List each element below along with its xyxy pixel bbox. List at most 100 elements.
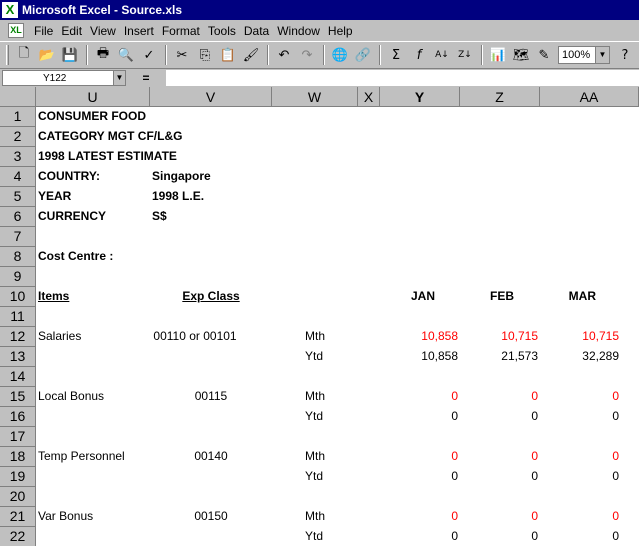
worksheet-grid[interactable]: U V W X Y Z AA 1 2 3 4 5 6 7 8 9 10 11 12 13 14 15 16 17… bbox=[0, 87, 639, 546]
cell-aa18[interactable]: 0 bbox=[540, 449, 619, 463]
row-header[interactable]: 15 bbox=[0, 387, 36, 407]
cell-v4[interactable]: Singapore bbox=[152, 169, 211, 183]
cell-z18[interactable]: 0 bbox=[460, 449, 538, 463]
workbook-icon[interactable]: XL bbox=[8, 23, 24, 38]
menu-insert[interactable]: Insert bbox=[120, 24, 158, 38]
print-preview-icon[interactable]: 🔍 bbox=[115, 44, 137, 66]
cell-v15[interactable]: 00115 bbox=[150, 389, 272, 403]
map-icon[interactable]: 🗺 bbox=[510, 44, 532, 66]
chevron-down-icon[interactable]: ▼ bbox=[113, 71, 125, 85]
row-header[interactable]: 8 bbox=[0, 247, 36, 267]
cell-v5[interactable]: 1998 L.E. bbox=[152, 189, 204, 203]
cell-u18[interactable]: Temp Personnel bbox=[38, 449, 125, 463]
menu-data[interactable]: Data bbox=[240, 24, 273, 38]
cell-aa19[interactable]: 0 bbox=[540, 469, 619, 483]
new-icon[interactable]: 🗋 bbox=[13, 44, 35, 66]
cell-y15[interactable]: 0 bbox=[380, 389, 458, 403]
cell-z13[interactable]: 21,573 bbox=[460, 349, 538, 363]
column-header-u[interactable]: U bbox=[36, 87, 150, 107]
cell-z19[interactable]: 0 bbox=[460, 469, 538, 483]
column-header-v[interactable]: V bbox=[150, 87, 272, 107]
cell-u4[interactable]: COUNTRY: bbox=[38, 169, 100, 183]
cell-v12[interactable]: 00110 or 00101 bbox=[150, 329, 240, 343]
cell-w19[interactable]: Ytd bbox=[305, 469, 323, 483]
cell-y18[interactable]: 0 bbox=[380, 449, 458, 463]
cell-y13[interactable]: 10,858 bbox=[380, 349, 458, 363]
excel-app-icon[interactable]: X bbox=[2, 2, 18, 18]
row-header[interactable]: 9 bbox=[0, 267, 36, 287]
menu-help[interactable]: Help bbox=[324, 24, 357, 38]
cell-w22[interactable]: Ytd bbox=[305, 529, 323, 543]
menu-window[interactable]: Window bbox=[273, 24, 324, 38]
zoom-select[interactable]: 100% ▼ bbox=[558, 46, 610, 64]
row-header[interactable]: 5 bbox=[0, 187, 36, 207]
row-header[interactable]: 11 bbox=[0, 307, 36, 327]
name-box[interactable]: Y122 ▼ bbox=[2, 70, 126, 86]
help-icon[interactable]: ? bbox=[614, 44, 636, 66]
spelling-icon[interactable]: ✓ bbox=[138, 44, 160, 66]
cell-z15[interactable]: 0 bbox=[460, 389, 538, 403]
cell-u10[interactable]: Items bbox=[38, 289, 69, 303]
cell-u3[interactable]: 1998 LATEST ESTIMATE bbox=[38, 149, 177, 163]
row-header[interactable]: 2 bbox=[0, 127, 36, 147]
cell-y22[interactable]: 0 bbox=[380, 529, 458, 543]
cell-y19[interactable]: 0 bbox=[380, 469, 458, 483]
function-wizard-icon[interactable]: f bbox=[408, 44, 430, 66]
menu-edit[interactable]: Edit bbox=[57, 24, 86, 38]
cell-u1[interactable]: CONSUMER FOOD bbox=[38, 109, 146, 123]
cell-z16[interactable]: 0 bbox=[460, 409, 538, 423]
cell-y16[interactable]: 0 bbox=[380, 409, 458, 423]
cell-u12[interactable]: Salaries bbox=[38, 329, 81, 343]
cell-u5[interactable]: YEAR bbox=[38, 189, 71, 203]
column-header-y[interactable]: Y bbox=[380, 87, 460, 107]
cell-v6[interactable]: S$ bbox=[152, 209, 167, 223]
row-header[interactable]: 19 bbox=[0, 467, 36, 487]
cell-y21[interactable]: 0 bbox=[380, 509, 458, 523]
autosum-icon[interactable]: Σ bbox=[385, 44, 407, 66]
open-icon[interactable]: 📂 bbox=[36, 44, 58, 66]
row-header[interactable]: 10 bbox=[0, 287, 36, 307]
row-header[interactable]: 18 bbox=[0, 447, 36, 467]
column-header-aa[interactable]: AA bbox=[540, 87, 639, 107]
row-header[interactable]: 7 bbox=[0, 227, 36, 247]
chevron-down-icon[interactable]: ▼ bbox=[595, 47, 609, 63]
menu-format[interactable]: Format bbox=[158, 24, 204, 38]
cell-u2[interactable]: CATEGORY MGT CF/L&G bbox=[38, 129, 182, 143]
cell-aa21[interactable]: 0 bbox=[540, 509, 619, 523]
cell-u8[interactable]: Cost Centre : bbox=[38, 249, 113, 263]
cell-aa10[interactable]: MAR bbox=[540, 289, 596, 303]
undo-icon[interactable]: ↶ bbox=[273, 44, 295, 66]
sort-ascending-icon[interactable]: A↓ bbox=[431, 44, 453, 66]
row-header[interactable]: 22 bbox=[0, 527, 36, 546]
select-all-corner[interactable] bbox=[0, 87, 36, 107]
column-header-w[interactable]: W bbox=[272, 87, 358, 107]
chart-wizard-icon[interactable]: 📊 bbox=[487, 44, 509, 66]
cut-icon[interactable]: ✂ bbox=[171, 44, 193, 66]
column-header-z[interactable]: Z bbox=[460, 87, 540, 107]
cell-aa13[interactable]: 32,289 bbox=[540, 349, 619, 363]
cell-w18[interactable]: Mth bbox=[305, 449, 325, 463]
hyperlink-icon[interactable]: 🔗 bbox=[352, 44, 374, 66]
cell-v10[interactable]: Exp Class bbox=[150, 289, 272, 303]
web-toolbar-icon[interactable]: 🌐 bbox=[329, 44, 351, 66]
sort-descending-icon[interactable]: Z↓ bbox=[454, 44, 476, 66]
row-header[interactable]: 13 bbox=[0, 347, 36, 367]
cell-u15[interactable]: Local Bonus bbox=[38, 389, 104, 403]
cell-z12[interactable]: 10,715 bbox=[460, 329, 538, 343]
cell-y12[interactable]: 10,858 bbox=[380, 329, 458, 343]
cell-w15[interactable]: Mth bbox=[305, 389, 325, 403]
cell-y10[interactable]: JAN bbox=[380, 289, 435, 303]
cell-z21[interactable]: 0 bbox=[460, 509, 538, 523]
row-header[interactable]: 20 bbox=[0, 487, 36, 507]
cell-v18[interactable]: 00140 bbox=[150, 449, 272, 463]
copy-icon[interactable]: ⎘ bbox=[194, 44, 216, 66]
menu-file[interactable]: File bbox=[30, 24, 57, 38]
cell-w12[interactable]: Mth bbox=[305, 329, 325, 343]
cell-aa15[interactable]: 0 bbox=[540, 389, 619, 403]
row-header[interactable]: 3 bbox=[0, 147, 36, 167]
format-painter-icon[interactable]: 🖌 bbox=[240, 44, 262, 66]
print-icon[interactable]: 🖶 bbox=[92, 44, 114, 66]
cell-z22[interactable]: 0 bbox=[460, 529, 538, 543]
toolbar-grip[interactable] bbox=[6, 45, 9, 65]
drawing-icon[interactable]: ✎ bbox=[533, 44, 555, 66]
